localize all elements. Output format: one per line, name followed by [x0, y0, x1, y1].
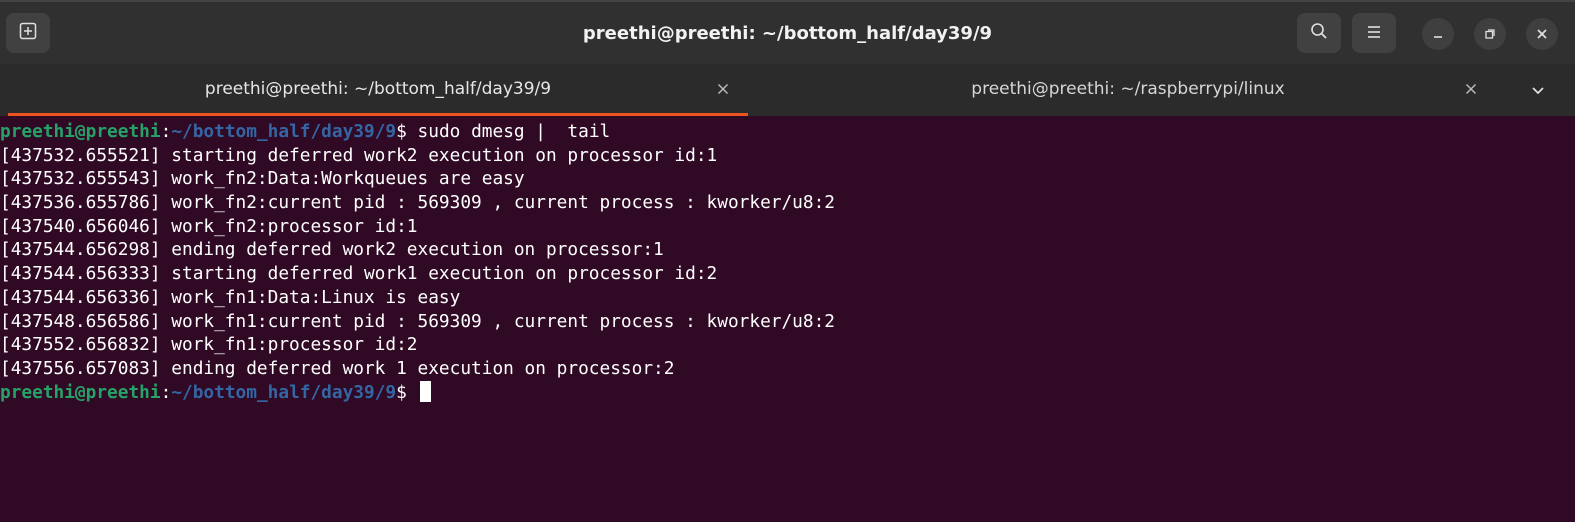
- terminal-window: preethi@preethi: ~/bottom_half/day39/9 p…: [0, 0, 1575, 522]
- prompt-symbol: $: [396, 121, 407, 142]
- new-tab-button[interactable]: [6, 13, 50, 53]
- output-line: [437556.657083] ending deferred work 1 e…: [0, 357, 675, 379]
- prompt-path: ~/bottom_half/day39/9: [171, 381, 397, 403]
- command-line: preethi@preethi:~/bottom_half/day39/9$ s…: [0, 120, 1575, 144]
- close-button[interactable]: [1526, 18, 1558, 50]
- tab-label: preethi@preethi: ~/raspberrypi/linux: [971, 79, 1285, 99]
- prompt-symbol: $: [396, 381, 407, 403]
- tab-bottom-half[interactable]: preethi@preethi: ~/bottom_half/day39/9: [8, 64, 748, 116]
- tab-label: preethi@preethi: ~/bottom_half/day39/9: [204, 79, 552, 99]
- prompt-colon: :: [160, 381, 172, 403]
- text-cursor: [419, 380, 431, 402]
- new-tab-icon: [19, 22, 37, 44]
- prompt-user: preethi@preethi: [0, 381, 161, 403]
- close-icon: [717, 80, 729, 99]
- output-line: [437544.656333] starting deferred work1 …: [0, 263, 718, 285]
- menu-button[interactable]: [1352, 13, 1396, 53]
- output-line: [437532.655521] starting deferred work2 …: [0, 144, 718, 166]
- output-line: [437552.656832] work_fn1:processor id:2: [0, 334, 418, 356]
- command-text: sudo dmesg | tail: [406, 121, 611, 142]
- tab-list-dropdown[interactable]: [1526, 78, 1550, 102]
- minimize-icon: [1432, 25, 1444, 44]
- terminal-view[interactable]: preethi@preethi:~/bottom_half/day39/9$ s…: [0, 116, 1575, 522]
- output-line: [437544.656298] ending deferred work2 ex…: [0, 239, 664, 261]
- search-button[interactable]: [1297, 13, 1341, 53]
- chevron-down-icon: [1531, 81, 1545, 100]
- current-prompt-line[interactable]: preethi@preethi:~/bottom_half/day39/9$: [0, 380, 1575, 405]
- tab-close-button[interactable]: [714, 80, 732, 98]
- output-line: [437532.655543] work_fn2:Data:Workqueues…: [0, 168, 525, 190]
- hamburger-menu-icon: [1366, 24, 1382, 43]
- output-line: [437536.655786] work_fn2:current pid : 5…: [0, 192, 836, 214]
- close-icon: [1465, 80, 1477, 99]
- minimize-button[interactable]: [1422, 18, 1454, 50]
- output-line: [437544.656336] work_fn1:Data:Linux is e…: [0, 286, 461, 308]
- tab-close-button[interactable]: [1462, 80, 1480, 98]
- prompt-colon: :: [160, 121, 172, 142]
- header-bar: preethi@preethi: ~/bottom_half/day39/9: [0, 0, 1575, 64]
- tab-raspberrypi-linux[interactable]: preethi@preethi: ~/raspberrypi/linux: [758, 64, 1498, 116]
- maximize-icon: [1484, 25, 1496, 44]
- search-icon: [1310, 22, 1328, 44]
- maximize-button[interactable]: [1474, 18, 1506, 50]
- tab-bar: preethi@preethi: ~/bottom_half/day39/9 p…: [0, 64, 1575, 116]
- output-line: [437540.656046] work_fn2:processor id:1: [0, 215, 418, 237]
- close-icon: [1536, 25, 1548, 44]
- prompt-path: ~/bottom_half/day39/9: [171, 121, 397, 142]
- output-line: [437548.656586] work_fn1:current pid : 5…: [0, 310, 836, 332]
- prompt-user: preethi@preethi: [0, 121, 161, 142]
